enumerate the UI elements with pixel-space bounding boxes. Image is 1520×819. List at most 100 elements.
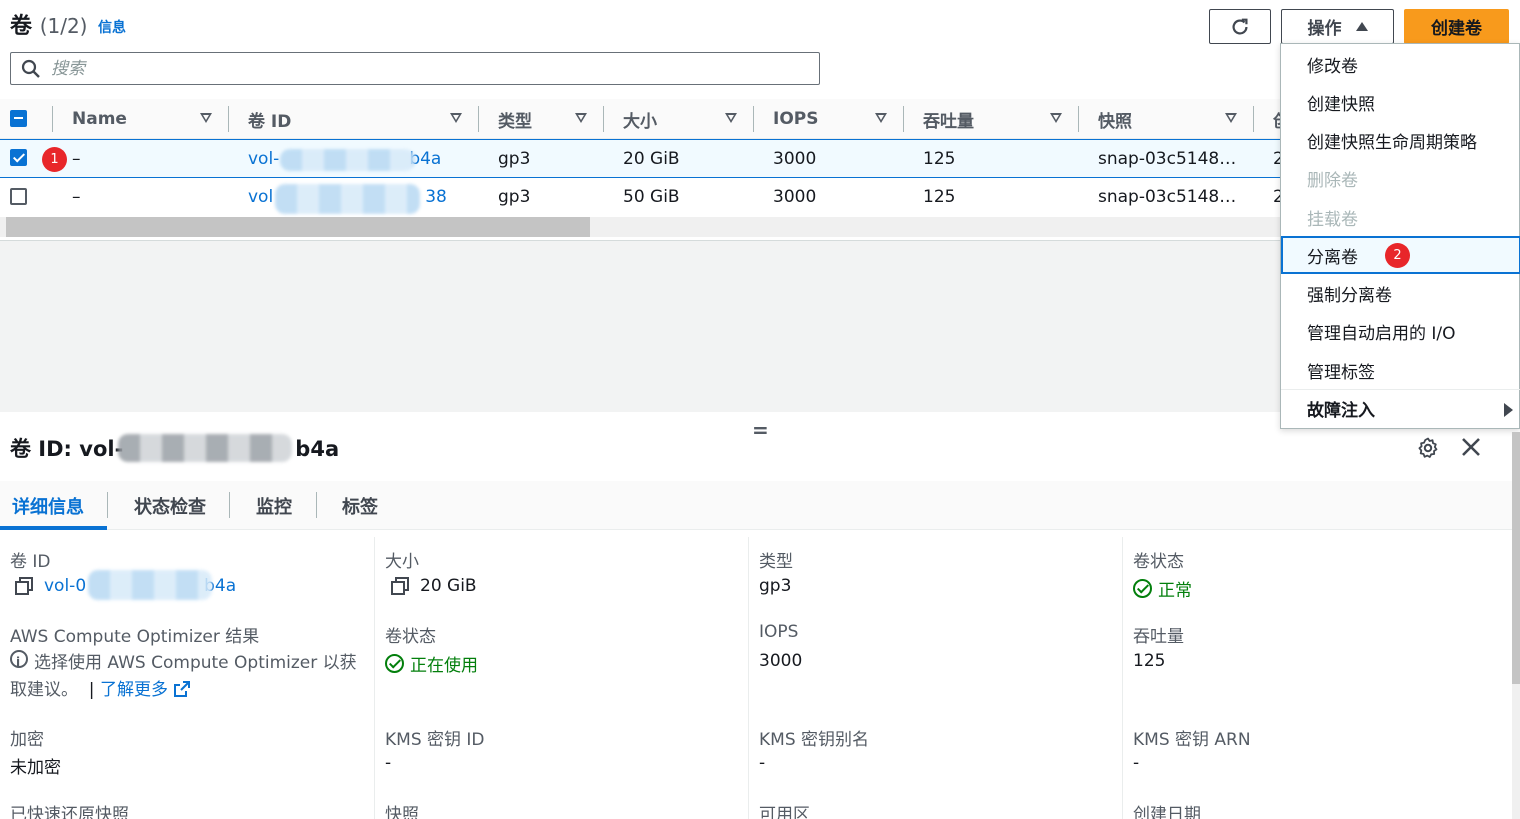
menu-item-delete-volume: 删除卷: [1307, 170, 1358, 191]
field-value-type: gp3: [759, 576, 792, 596]
annotation-badge: 1: [42, 147, 67, 172]
column-header-size[interactable]: 大小: [603, 99, 753, 139]
tab-details[interactable]: 详细信息: [12, 481, 84, 530]
menu-item-create-lifecycle-policy[interactable]: 创建快照生命周期策略: [1281, 121, 1520, 159]
menu-item-force-detach-volume[interactable]: 强制分离卷: [1281, 274, 1520, 312]
size-value-text: 20 GiB: [420, 576, 477, 596]
column-throughput-label: 吞吐量: [923, 111, 974, 132]
column-header-iops[interactable]: IOPS: [753, 99, 903, 139]
learn-more-link[interactable]: 了解更多: [100, 680, 168, 700]
create-volume-button[interactable]: 创建卷: [1404, 9, 1509, 44]
field-label-compute-optimizer: AWS Compute Optimizer 结果: [10, 627, 260, 647]
cell-name: –: [72, 148, 81, 169]
sort-icon: [725, 113, 737, 123]
status-ok-icon: [385, 654, 404, 673]
cell-snapshot: snap-03c5148…: [1098, 186, 1237, 207]
cell-iops: 3000: [773, 148, 817, 169]
actions-menu: 修改卷 创建快照 创建快照生命周期策略 删除卷 挂载卷 分离卷 2 强制分离卷 …: [1280, 43, 1520, 429]
menu-item-modify-volume[interactable]: 修改卷: [1281, 45, 1520, 83]
scrollbar-thumb[interactable]: [1512, 432, 1520, 684]
redaction-blur: [118, 434, 292, 462]
field-value-encryption: 未加密: [10, 758, 61, 778]
column-type-label: 类型: [498, 111, 532, 132]
column-created-label: 创: [1253, 107, 1280, 132]
field-label-snapshot: 快照: [385, 805, 419, 819]
table-row[interactable]: – vol 38 gp3 50 GiB 3000 125 snap-03c514…: [0, 178, 1280, 217]
tab-divider: [316, 492, 317, 518]
menu-item-manage-auto-enabled-io[interactable]: 管理自动启用的 I/O: [1281, 312, 1520, 350]
split-panel-drag-handle[interactable]: =: [752, 418, 769, 442]
field-label-availability-zone: 可用区: [759, 805, 810, 819]
column-header-snapshot[interactable]: 快照: [1078, 99, 1253, 139]
menu-item-detach-volume[interactable]: 分离卷 2: [1281, 236, 1520, 274]
column-divider: [748, 537, 749, 819]
column-size-label: 大小: [623, 111, 657, 132]
details-title-suffix: b4a: [295, 437, 340, 461]
search-box[interactable]: [10, 52, 820, 85]
page-title: 卷 (1/2): [10, 8, 87, 40]
compute-optimizer-message: 选择使用 AWS Compute Optimizer 以获取建议。 | 了解更多: [10, 649, 360, 704]
external-link-icon: [174, 681, 191, 697]
info-link[interactable]: 信息: [98, 17, 126, 37]
menu-item-fault-injection[interactable]: 故障注入: [1281, 389, 1520, 427]
copy-icon[interactable]: [390, 576, 410, 596]
redaction-blur: [280, 149, 415, 171]
column-volume-id-label: 卷 ID: [248, 111, 292, 132]
cell-size: 20 GiB: [623, 148, 680, 169]
field-label-throughput: 吞吐量: [1133, 627, 1184, 647]
sort-icon: [1225, 113, 1237, 123]
cell-created: 2: [1273, 148, 1280, 169]
column-header-type[interactable]: 类型: [478, 99, 603, 139]
cell-name: –: [72, 186, 81, 207]
cell-throughput: 125: [923, 148, 956, 169]
cell-size: 50 GiB: [623, 186, 680, 207]
select-all-checkbox[interactable]: [10, 110, 27, 127]
sort-icon: [875, 113, 887, 123]
fault-injection-label: 故障注入: [1307, 401, 1375, 421]
field-label-iops: IOPS: [759, 622, 799, 642]
field-value-volume-state: 正在使用: [385, 651, 478, 676]
table-row[interactable]: 1 – vol- b4a gp3 20 GiB 3000 125 snap-03…: [0, 139, 1280, 178]
horizontal-scrollbar[interactable]: [0, 217, 1280, 237]
refresh-button[interactable]: [1209, 9, 1271, 44]
table-header: Name 卷 ID 类型 大小 IOPS 吞吐量 快照 创: [0, 99, 1280, 139]
cell-created: 2: [1273, 186, 1280, 207]
field-value-kms-key-alias: -: [759, 753, 766, 773]
column-header-name[interactable]: Name: [52, 99, 228, 139]
field-label-encryption: 加密: [10, 730, 44, 750]
field-value-throughput: 125: [1133, 651, 1166, 671]
column-iops-label: IOPS: [773, 109, 819, 129]
column-header-throughput[interactable]: 吞吐量: [903, 99, 1078, 139]
info-icon: [10, 649, 28, 676]
status-ok-icon: [1133, 579, 1152, 598]
row-checkbox[interactable]: [10, 188, 27, 205]
cell-iops: 3000: [773, 186, 817, 207]
tab-status-checks[interactable]: 状态检查: [134, 481, 206, 530]
column-header-created[interactable]: 创: [1253, 99, 1280, 139]
menu-item-create-snapshot[interactable]: 创建快照: [1281, 83, 1520, 121]
vertical-scrollbar[interactable]: [1512, 432, 1520, 819]
column-name-label: Name: [72, 109, 127, 129]
row-checkbox[interactable]: [10, 149, 27, 166]
copy-icon[interactable]: [14, 576, 34, 596]
menu-item-manage-tags[interactable]: 管理标签: [1281, 351, 1520, 389]
tab-divider: [229, 492, 230, 518]
volume-id-suffix: 38: [425, 186, 447, 207]
scrollbar-thumb[interactable]: [6, 217, 590, 237]
create-volume-label: 创建卷: [1431, 19, 1482, 39]
column-snapshot-label: 快照: [1098, 111, 1132, 132]
field-label-size: 大小: [385, 552, 419, 572]
close-icon[interactable]: [1460, 436, 1482, 458]
tab-monitoring[interactable]: 监控: [256, 481, 292, 530]
settings-gear-icon[interactable]: [1416, 436, 1440, 460]
tab-divider: [107, 492, 108, 518]
sort-icon: [450, 113, 462, 123]
tab-tags[interactable]: 标签: [342, 481, 378, 530]
column-header-volume-id[interactable]: 卷 ID: [228, 99, 478, 139]
actions-dropdown-button[interactable]: 操作: [1281, 9, 1394, 44]
field-label-kms-key-arn: KMS 密钥 ARN: [1133, 730, 1251, 750]
field-label-volume-status: 卷状态: [1133, 552, 1184, 572]
sort-icon: [1050, 113, 1062, 123]
field-label-volume-id: 卷 ID: [10, 552, 51, 572]
search-input[interactable]: [51, 55, 811, 83]
